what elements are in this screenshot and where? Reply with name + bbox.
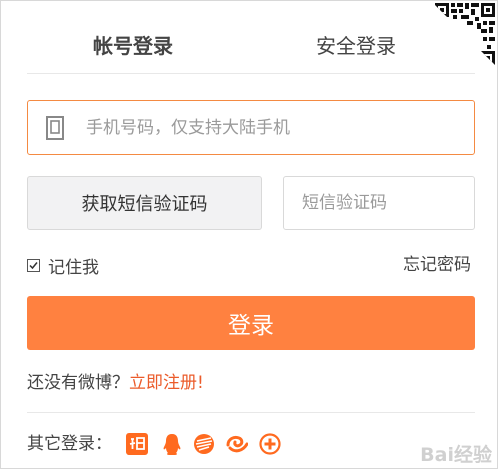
checkmark-icon xyxy=(29,261,38,269)
remember-me-label: 记住我 xyxy=(48,257,99,278)
register-link[interactable]: 立即注册! xyxy=(129,373,204,393)
tab-secure-login[interactable]: 安全登录 xyxy=(316,31,396,61)
get-sms-code-button[interactable]: 获取短信验证码 xyxy=(27,176,262,230)
register-line: 还没有微博？立即注册! xyxy=(27,371,204,395)
watermark: Bai经验 xyxy=(420,444,492,466)
phone-input[interactable] xyxy=(86,101,456,154)
tab-account-login[interactable]: 帐号登录 xyxy=(93,31,173,61)
qq-icon[interactable] xyxy=(161,433,183,455)
tianyi-icon[interactable] xyxy=(226,433,249,455)
remember-me-checkbox[interactable] xyxy=(27,258,40,272)
forgot-password-link[interactable]: 忘记密码 xyxy=(403,253,471,277)
register-prompt: 还没有微博？ xyxy=(27,373,129,393)
bottom-divider xyxy=(27,412,475,413)
tabs-divider xyxy=(27,73,475,74)
other-login-label: 其它登录： xyxy=(27,434,112,454)
mobile-phone-icon xyxy=(46,116,64,140)
qr-code-toggle-icon[interactable] xyxy=(431,1,497,67)
login-button[interactable]: 登录 xyxy=(27,296,475,350)
phone-field[interactable] xyxy=(27,100,475,155)
taobao-icon[interactable] xyxy=(126,433,148,455)
remember-me[interactable]: 记住我 xyxy=(27,253,99,278)
sms-code-field[interactable] xyxy=(283,176,475,230)
login-panel: 帐号登录 安全登录 手机号码，仅支持大陆手机 获取短信验证码 短信验证码 记住我… xyxy=(0,0,498,469)
baidu-plus-icon[interactable] xyxy=(259,433,281,455)
sms-code-input[interactable] xyxy=(302,177,462,229)
china-mobile-icon[interactable] xyxy=(193,433,215,455)
